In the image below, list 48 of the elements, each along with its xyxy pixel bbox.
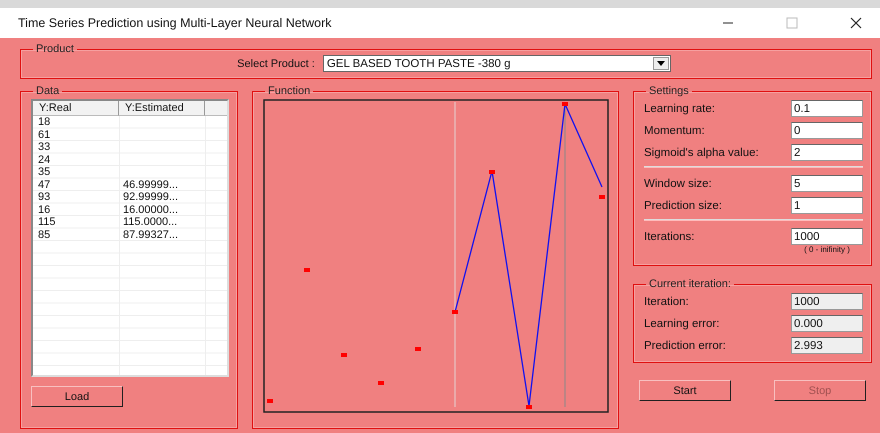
table-cell-text: 46.99999... <box>122 178 180 191</box>
table-cell-text: 33 <box>37 141 52 154</box>
group-title: Function <box>267 85 312 97</box>
table-cell-text: 16.00000... <box>122 204 180 216</box>
field-label: Momentum: <box>644 124 705 137</box>
start-button[interactable]: Start <box>639 380 731 401</box>
group-title: Data <box>35 85 60 97</box>
load-button[interactable]: Load <box>31 386 123 407</box>
window-title: Time Series Prediction using Multi-Layer Neural Network <box>18 16 332 30</box>
table-cell-text: 93 <box>37 191 52 204</box>
table-cell-text: 61 <box>37 128 52 141</box>
input-field[interactable]: 1000 <box>791 228 863 245</box>
select-label: Select Product : <box>237 58 315 70</box>
table-cell-text: 115.0000... <box>122 216 178 228</box>
field-label: Prediction size: <box>644 199 722 212</box>
column-header[interactable]: Y:Real <box>33 101 119 116</box>
field-label: Iterations: <box>644 230 694 243</box>
field-label: Sigmoid's alpha value: <box>644 146 759 159</box>
table-cell-text: 87.99327... <box>122 228 180 241</box>
column-header[interactable]: Y:Estimated <box>119 101 205 116</box>
product-dropdown[interactable]: GEL BASED TOOTH PASTE -380 g <box>322 55 671 72</box>
field-hint: ( 0 - inifinity ) <box>804 245 850 254</box>
group-title: Product <box>35 43 75 55</box>
table-cell-text: 24 <box>37 154 52 166</box>
input-field[interactable]: 0 <box>791 122 863 139</box>
data-list[interactable]: Y:Real Y:Estimated 18 61 33 24 35 47 46.99999... 93 92.99999... 16 16.00000... 115 115.0000... 85 87.99327... <box>31 99 229 377</box>
input-field[interactable]: 0.000 <box>791 315 863 332</box>
close-icon[interactable] <box>850 17 862 29</box>
table-cell-text: 85 <box>37 228 52 241</box>
field-label: Learning error: <box>644 317 720 330</box>
field-label: Learning rate: <box>644 102 715 115</box>
input-field[interactable]: 2 <box>791 144 863 161</box>
table-cell-text: 18 <box>37 116 52 128</box>
field-label: Window size: <box>644 177 712 190</box>
table-cell-text: 115 <box>37 216 57 228</box>
input-field[interactable]: 1000 <box>791 293 863 310</box>
input-field[interactable]: 1 <box>791 197 863 214</box>
table-cell-text: 35 <box>37 166 52 178</box>
field-label: Prediction error: <box>644 339 726 352</box>
group-title: Current iteration: <box>648 278 732 290</box>
field-label: Iteration: <box>644 295 689 308</box>
input-field[interactable]: 2.993 <box>791 337 863 354</box>
table-cell-text: 16 <box>37 204 52 216</box>
input-field[interactable]: 5 <box>791 175 863 192</box>
group-title: Settings <box>648 85 690 97</box>
table-cell-text: 47 <box>37 178 52 191</box>
table-cell-text: 92.99999... <box>122 191 180 204</box>
input-field[interactable]: 0.1 <box>791 100 863 117</box>
